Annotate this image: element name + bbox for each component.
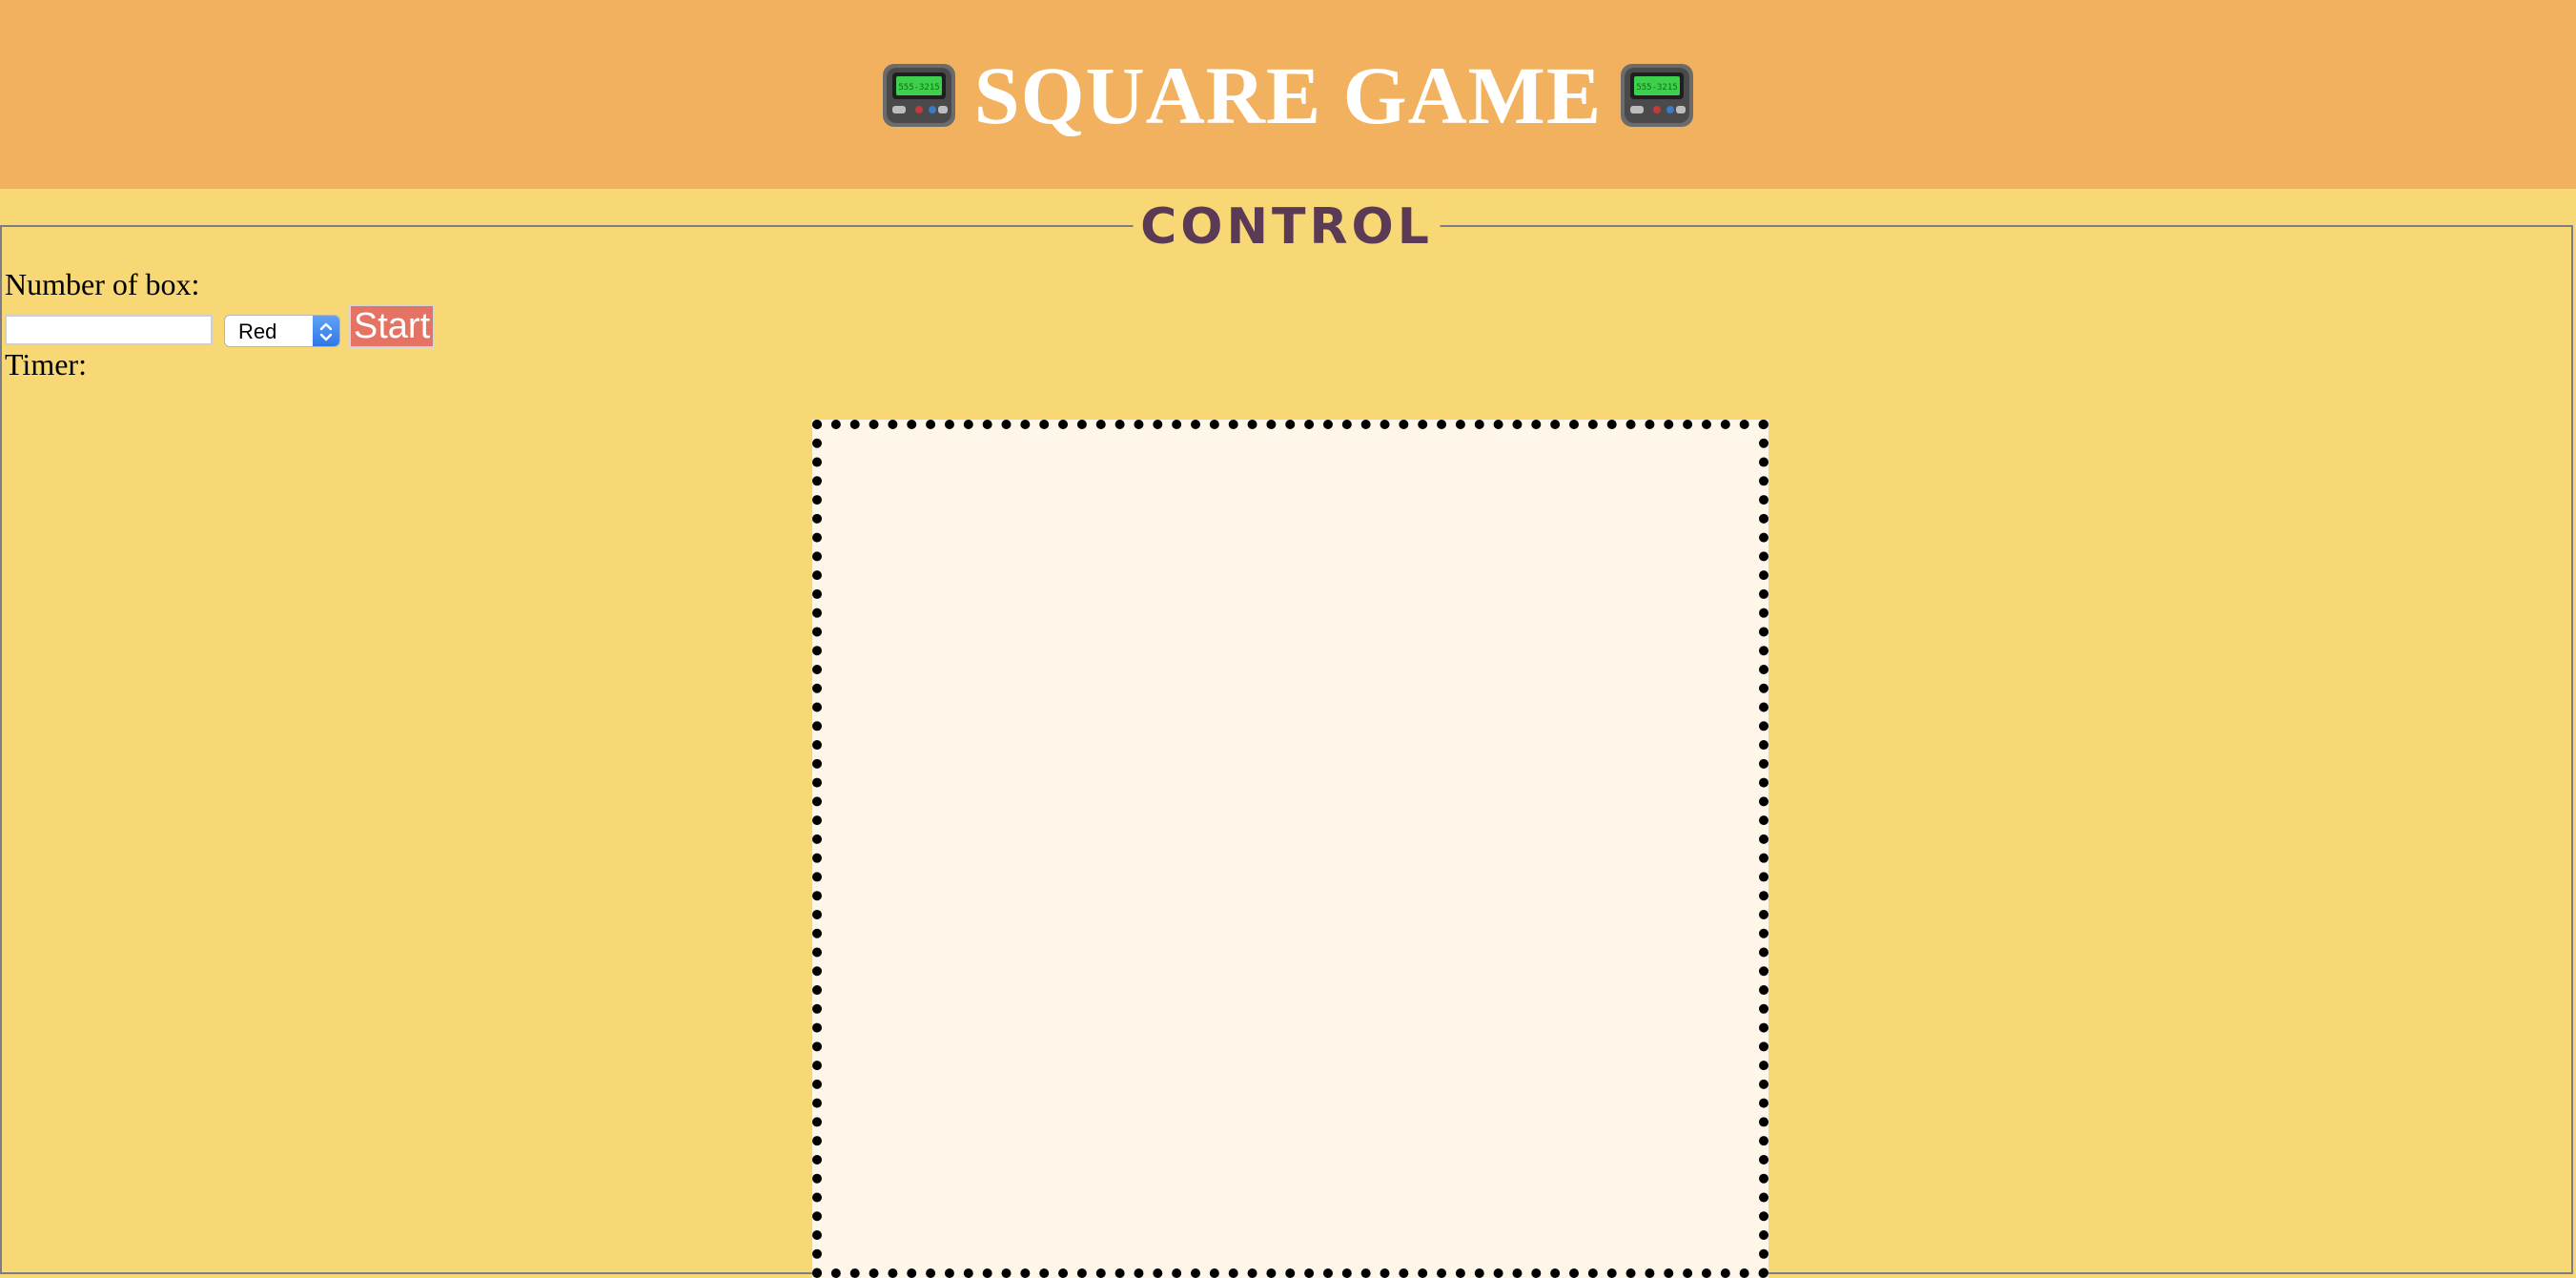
svg-text:555-3215: 555-3215 xyxy=(898,83,939,93)
color-select-value: Red xyxy=(238,320,277,343)
svg-text:555-3215: 555-3215 xyxy=(1637,83,1678,93)
number-of-box-label: Number of box: xyxy=(5,267,200,301)
select-arrows-icon xyxy=(313,316,339,346)
game-board[interactable] xyxy=(812,420,1768,1278)
start-button[interactable]: Start xyxy=(349,304,435,348)
pager-icon: 555-3215 xyxy=(882,64,955,127)
timer-label: Timer: xyxy=(5,347,87,381)
pager-icon: 555-3215 xyxy=(1621,64,1694,127)
page-title: SQUARE GAME xyxy=(973,50,1603,141)
control-fieldset: CONTROL Number of box: Red Start Timer: xyxy=(0,202,2573,1278)
number-of-box-input[interactable] xyxy=(5,315,213,345)
color-select[interactable]: Red xyxy=(224,315,340,347)
control-legend: CONTROL xyxy=(1133,202,1441,252)
title-wrap: 555-3215 SQUARE GAME 555-3215 xyxy=(881,54,1695,136)
page-header: 555-3215 SQUARE GAME 555-3215 xyxy=(0,0,2576,189)
